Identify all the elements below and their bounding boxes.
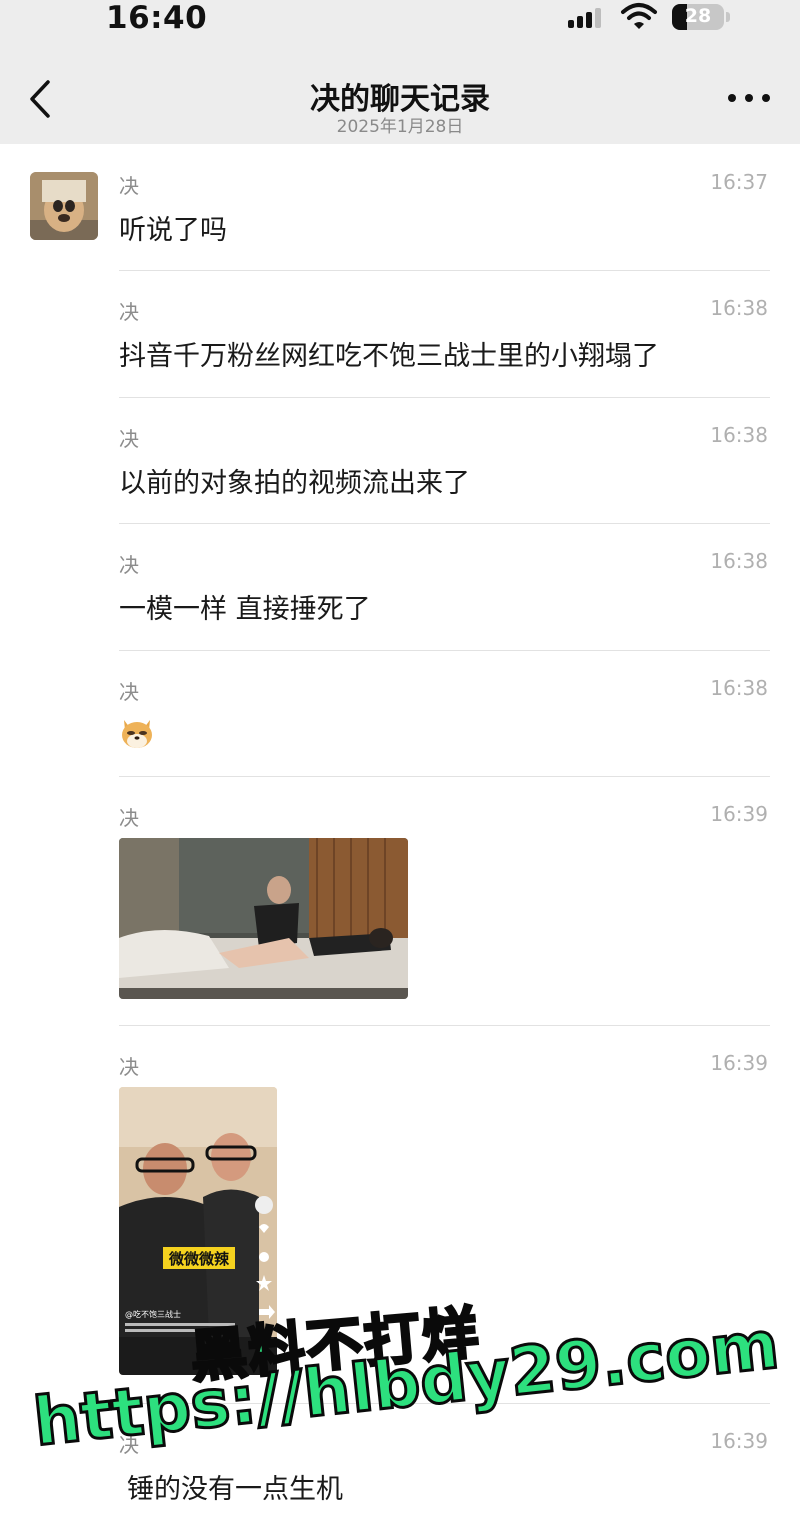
divider [119,397,770,398]
divider [119,1025,770,1026]
message-sender: 决 [119,680,139,704]
battery-level: 28 [684,5,712,27]
wifi-icon [621,3,657,29]
message-time: 16:39 [710,802,768,826]
message-sender: 决 [119,806,139,830]
video-caption: 微微微辣 [168,1250,230,1268]
message-time: 16:38 [710,549,768,573]
page-subtitle: 2025年1月28日 [336,117,464,137]
divider [119,270,770,271]
more-dots-icon[interactable] [728,92,770,106]
message-time: 16:38 [710,423,768,447]
message-sender: 决 [119,427,139,451]
signal-icon [568,6,608,28]
message-item[interactable]: 决 16:38 抖音千万粉丝网红吃不饱三战士里的小翔塌了 [119,296,770,396]
status-bar: 16:40 28 [0,0,800,46]
message-text: 锤的没有一点生机 [127,1474,343,1505]
avatar[interactable] [30,172,98,240]
battery-icon: 28 [672,4,724,30]
message-text: 抖音千万粉丝网红吃不饱三战士里的小翔塌了 [119,341,659,372]
message-time: 16:39 [710,1051,768,1075]
message-time: 16:38 [710,296,768,320]
message-time: 16:37 [710,170,768,194]
message-item[interactable]: 决 16:38 [119,676,770,776]
doge-emoji-icon [122,720,152,748]
message-sender: 决 [119,553,139,577]
message-sender: 决 [119,300,139,324]
message-item[interactable]: 决 16:39 锤的没有一点生机 [119,1429,770,1519]
message-item[interactable]: 决 16:37 听说了吗 [119,170,770,270]
divider [119,650,770,651]
message-sender: 决 [119,1055,139,1079]
message-sender: 决 [119,174,139,198]
message-text: 一模一样 直接捶死了 [119,594,371,625]
status-time: 16:40 [106,0,208,36]
video-handle: @吃不饱三战士 [125,1309,181,1319]
divider [119,776,770,777]
message-time: 16:38 [710,676,768,700]
message-item[interactable]: 决 16:38 一模一样 直接捶死了 [119,549,770,649]
nav-bar: 决的聊天记录 2025年1月28日 [0,46,800,144]
message-time: 16:39 [710,1429,768,1453]
image-message[interactable] [119,838,408,999]
message-item[interactable]: 决 16:39 [119,802,770,1002]
message-text: 听说了吗 [119,215,227,246]
message-text: 以前的对象拍的视频流出来了 [119,468,470,499]
divider [119,523,770,524]
message-item[interactable]: 决 16:38 以前的对象拍的视频流出来了 [119,423,770,523]
